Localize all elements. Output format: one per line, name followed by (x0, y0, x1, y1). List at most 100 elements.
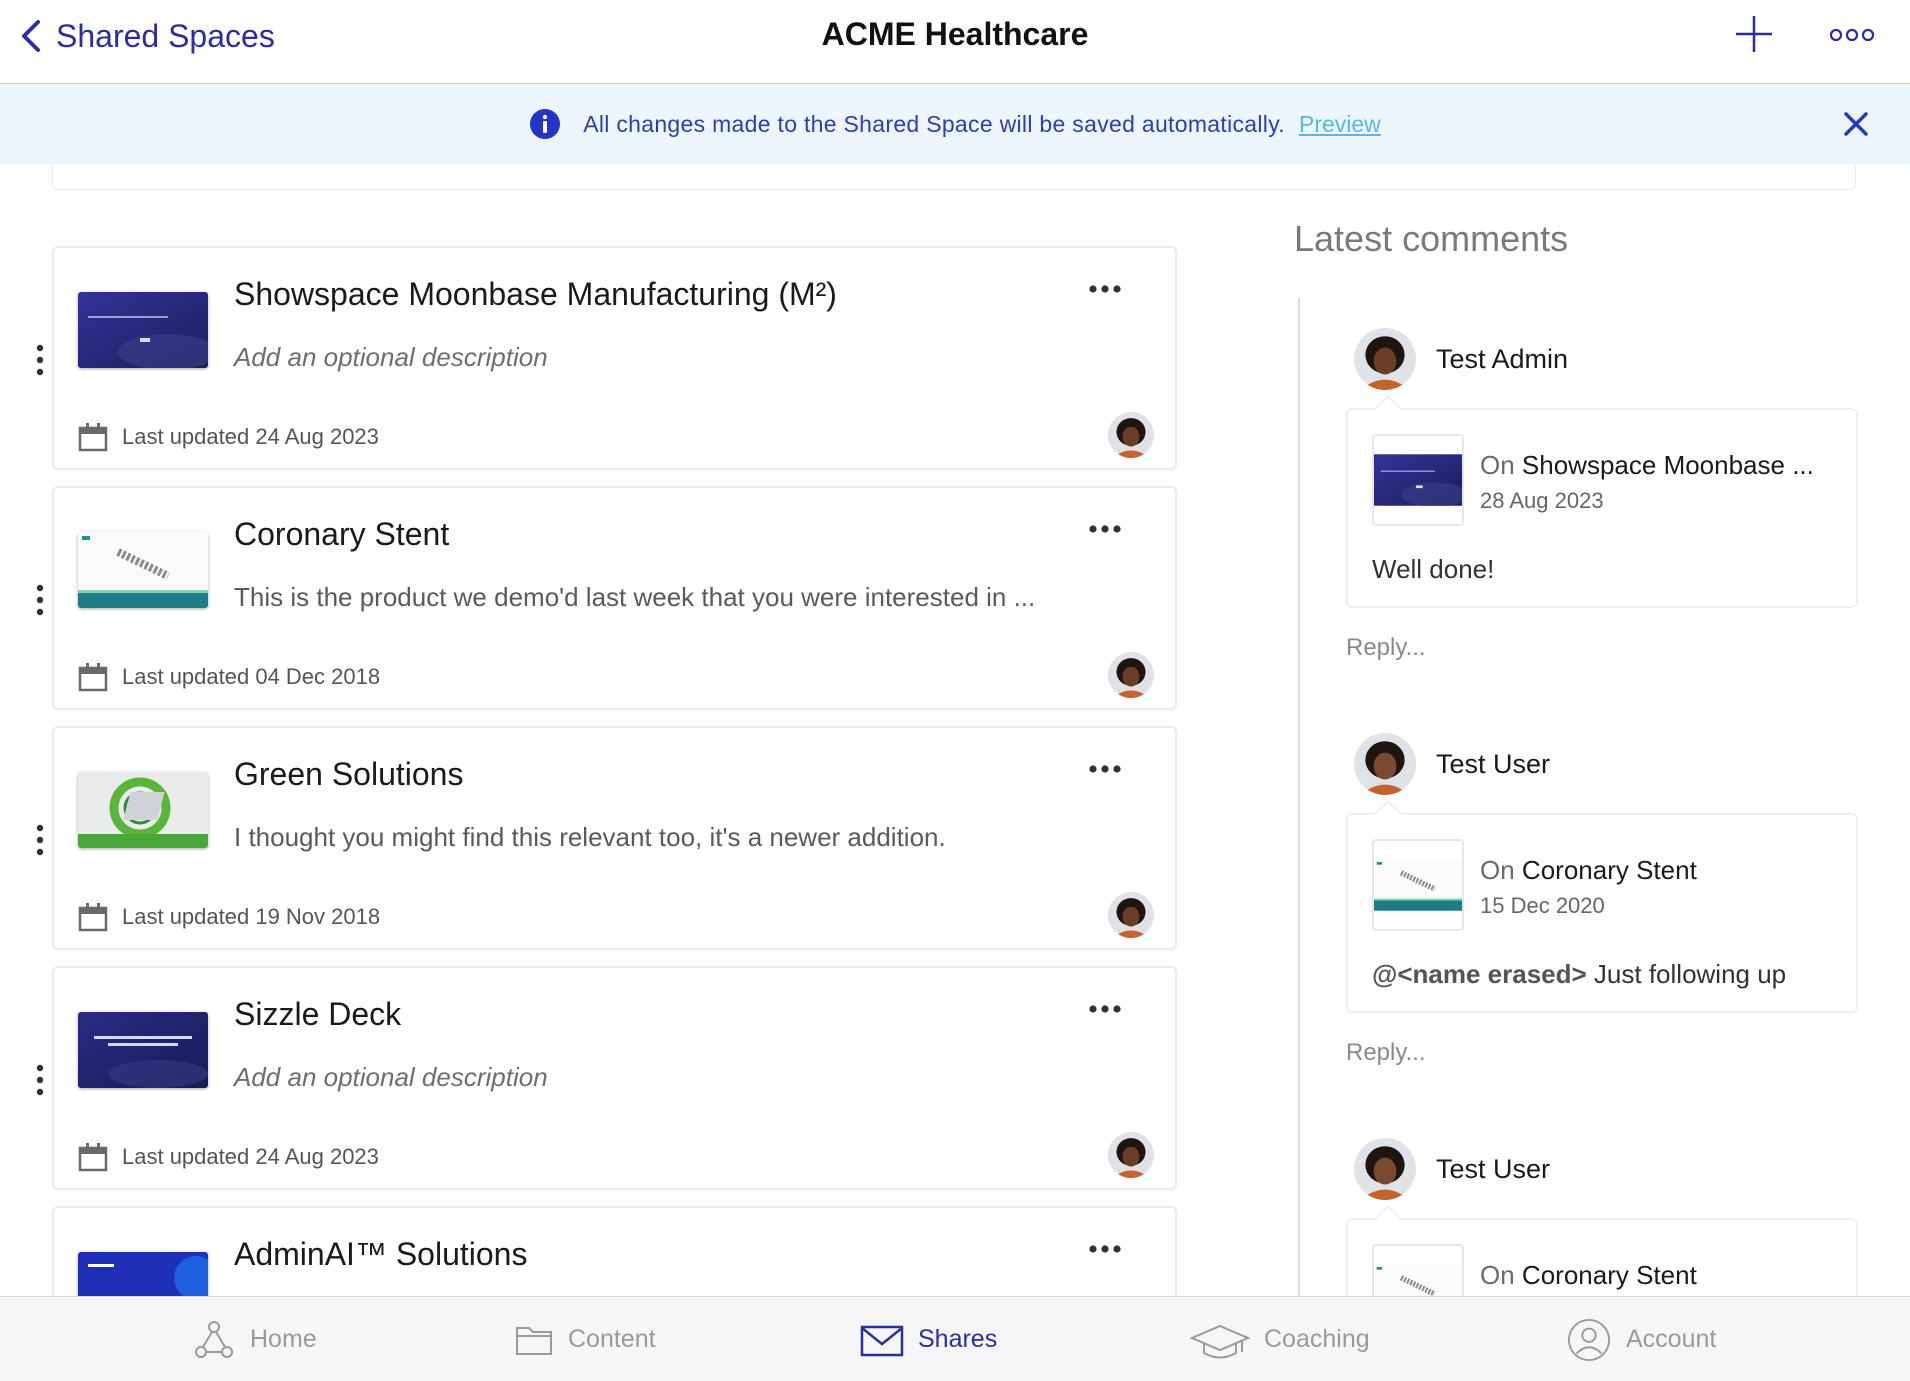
avatar (1354, 733, 1416, 795)
item-title[interactable]: Coronary Stent (234, 516, 449, 553)
comment-on-prefix: On (1480, 1260, 1515, 1290)
comment-item-thumbnail[interactable] (1372, 434, 1464, 526)
comment-item-link[interactable]: On Coronary Stent (1480, 1260, 1697, 1291)
comment-date: 15 Dec 2020 (1480, 893, 1605, 918)
drag-handle-icon[interactable] (34, 820, 46, 860)
shared-item-card[interactable]: Showspace Moonbase Manufacturing (M²) Add… (52, 246, 1177, 470)
comment-item-link[interactable]: On Coronary Stent (1480, 855, 1697, 886)
top-bar: Shared Spaces ACME Healthcare (0, 0, 1910, 84)
shared-item-card[interactable]: Coronary Stent This is the product we dem… (52, 486, 1177, 710)
comment-body: Just following up (1586, 959, 1787, 989)
nav-shares-label: Shares (918, 1325, 998, 1353)
info-icon (530, 109, 561, 139)
bottom-navigation: Home Content Shares Coaching Account (0, 1296, 1910, 1381)
drag-handle-icon[interactable] (34, 580, 46, 620)
item-description[interactable]: I thought you might find this relevant t… (234, 822, 946, 853)
page-title: ACME Healthcare (821, 16, 1089, 52)
last-updated-text: Last updated 24 Aug 2023 (122, 424, 379, 449)
comment-body: Well done! (1372, 554, 1495, 584)
avatar (1354, 1138, 1416, 1200)
banner-message: All changes made to the Shared Space wil… (583, 110, 1285, 137)
nav-home[interactable]: Home (192, 1297, 317, 1381)
comment-item-title: Coronary Stent (1521, 855, 1697, 885)
comment-text: Well done! (1372, 554, 1494, 585)
autosave-banner: All changes made to the Shared Space wil… (0, 84, 1910, 164)
close-icon[interactable] (1840, 108, 1872, 140)
item-thumbnail[interactable] (78, 1252, 208, 1296)
calendar-icon (78, 662, 108, 692)
avatar (1108, 1132, 1154, 1178)
add-icon[interactable] (1734, 14, 1774, 54)
item-more-icon[interactable] (1088, 1002, 1122, 1016)
drag-handle-icon[interactable] (34, 340, 46, 380)
comment-card: On Coronary Stent (1346, 1218, 1858, 1296)
folder-icon (516, 1326, 552, 1355)
nav-home-label: Home (250, 1325, 317, 1353)
comment-author-name: Test Admin (1436, 344, 1569, 374)
last-updated-text: Last updated 19 Nov 2018 (122, 904, 381, 929)
item-description[interactable]: Add an optional description (234, 342, 548, 373)
comment-author: Test Admin (1300, 328, 1858, 398)
last-updated-text: Last updated 04 Dec 2018 (122, 664, 381, 689)
shared-item-card[interactable]: Green Solutions I thought you might find … (52, 726, 1177, 950)
item-more-icon[interactable] (1088, 282, 1122, 296)
comment-author: Test User (1300, 733, 1858, 803)
item-title[interactable]: Showspace Moonbase Manufacturing (M²) (234, 276, 837, 313)
nav-account-label: Account (1626, 1325, 1717, 1353)
item-thumbnail[interactable] (78, 532, 208, 608)
shared-item-card[interactable]: Sizzle Deck Add an optional description La… (52, 966, 1177, 1190)
item-thumbnail[interactable] (78, 1012, 208, 1088)
last-updated-text: Last updated 24 Aug 2023 (122, 1144, 379, 1169)
reply-input[interactable]: Reply... (1346, 634, 1426, 662)
comment-card: On Showspace Moonbase ... 28 Aug 2023 Well… (1346, 408, 1858, 608)
avatar (1354, 328, 1416, 390)
comment-on-prefix: On (1480, 855, 1515, 885)
item-thumbnail[interactable] (78, 292, 208, 368)
comment-mention[interactable]: @<name erased> (1372, 959, 1587, 989)
back-button[interactable]: Shared Spaces (18, 16, 275, 56)
item-description[interactable]: This is the product we demo'd last week … (234, 582, 1035, 613)
item-title[interactable]: AdminAI™ Solutions (234, 1236, 527, 1273)
account-icon (1567, 1318, 1611, 1361)
avatar (1108, 892, 1154, 938)
nav-shares[interactable]: Shares (860, 1297, 997, 1381)
comment-item-thumbnail[interactable] (1372, 839, 1464, 931)
nav-coaching[interactable]: Coaching (1190, 1297, 1370, 1381)
more-options-icon[interactable] (1828, 20, 1876, 50)
comment-item-link[interactable]: On Showspace Moonbase ... (1480, 450, 1814, 481)
calendar-icon (78, 422, 108, 452)
drag-handle-icon[interactable] (34, 1060, 46, 1100)
item-description[interactable]: Add an optional description (234, 1062, 548, 1093)
comment-text: @<name erased> Just following up (1372, 959, 1786, 990)
home-network-icon (195, 1320, 233, 1358)
reply-input[interactable]: Reply... (1346, 1039, 1426, 1067)
item-title[interactable]: Green Solutions (234, 756, 463, 793)
nav-content[interactable]: Content (514, 1297, 656, 1381)
comment-on-prefix: On (1480, 450, 1515, 480)
preview-link[interactable]: Preview (1299, 111, 1381, 138)
shared-item-card[interactable]: AdminAI™ Solutions (52, 1206, 1177, 1296)
calendar-icon (78, 902, 108, 932)
envelope-icon (860, 1325, 904, 1356)
item-more-icon[interactable] (1088, 522, 1122, 536)
chevron-left-icon (22, 20, 40, 52)
header-card-edge (52, 164, 1856, 190)
comment-author-name: Test User (1436, 749, 1551, 779)
comment-author: Test User (1300, 1138, 1858, 1208)
nav-coaching-label: Coaching (1264, 1325, 1370, 1353)
graduation-cap-icon (1190, 1324, 1250, 1358)
comment-item-title: Coronary Stent (1521, 1260, 1697, 1290)
nav-content-label: Content (568, 1325, 656, 1353)
comment-item-thumbnail[interactable] (1372, 1244, 1464, 1296)
item-more-icon[interactable] (1088, 762, 1122, 776)
avatar (1108, 652, 1154, 698)
latest-comments-heading: Latest comments (1294, 218, 1569, 259)
comment-item-title: Showspace Moonbase ... (1521, 450, 1814, 480)
item-title[interactable]: Sizzle Deck (234, 996, 401, 1033)
nav-account[interactable]: Account (1566, 1297, 1716, 1381)
comment-card: On Coronary Stent 15 Dec 2020 @<name erase… (1346, 813, 1858, 1013)
back-label: Shared Spaces (56, 17, 275, 54)
item-more-icon[interactable] (1088, 1242, 1122, 1256)
item-thumbnail[interactable] (78, 772, 208, 848)
calendar-icon (78, 1142, 108, 1172)
